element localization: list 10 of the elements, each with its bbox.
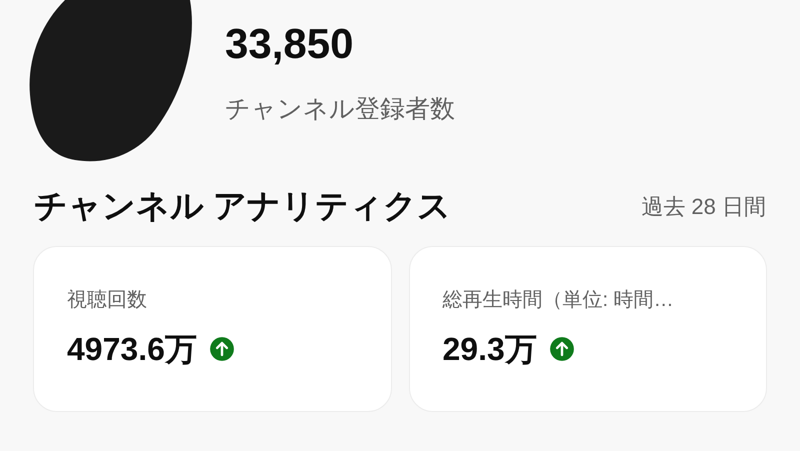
section-title: チャンネル アナリティクス: [34, 186, 452, 226]
subscriber-label: チャンネル登録者数: [225, 94, 455, 125]
metric-label: 視聴回数: [67, 288, 148, 313]
metric-label: 総再生時間（単位: 時間…: [442, 288, 675, 313]
period-label: 過去 28 日間: [641, 192, 766, 220]
metric-value: 4973.6万: [67, 330, 197, 369]
metric-card[interactable]: 総再生時間（単位: 時間… 29.3万: [408, 246, 767, 412]
metric-card[interactable]: 視聴回数 4973.6万: [33, 246, 392, 412]
metric-value: 29.3万: [442, 330, 537, 369]
subscriber-count: 33,850: [225, 19, 354, 69]
